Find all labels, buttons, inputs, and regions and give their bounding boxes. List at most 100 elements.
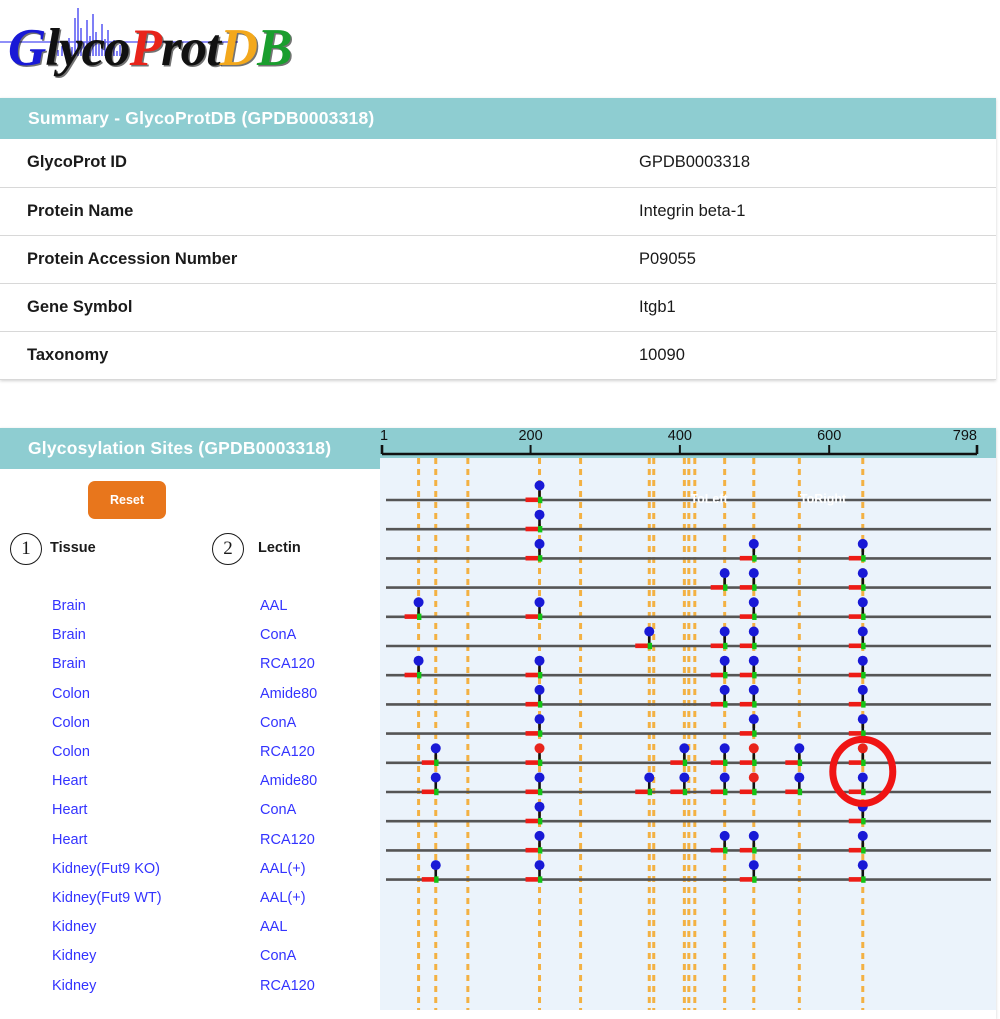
identified-site-marker[interactable] bbox=[430, 743, 441, 754]
identified-site-marker[interactable] bbox=[534, 684, 545, 695]
identified-site-marker[interactable] bbox=[748, 860, 759, 871]
tissue-link[interactable]: Kidney(Fut9 KO) bbox=[52, 861, 160, 877]
reset-button[interactable]: Reset bbox=[88, 481, 166, 519]
glycan-bar bbox=[710, 760, 725, 765]
identified-site-marker[interactable] bbox=[857, 568, 868, 579]
logo-part-rot: rot bbox=[160, 19, 221, 77]
identified-site-marker[interactable] bbox=[534, 830, 545, 841]
identified-site-marker[interactable] bbox=[748, 538, 759, 549]
identified-site-marker[interactable] bbox=[857, 772, 868, 783]
identified-site-marker[interactable] bbox=[413, 655, 424, 666]
tissue-link[interactable]: Heart bbox=[52, 802, 87, 818]
identified-site-marker[interactable] bbox=[748, 772, 759, 783]
tissue-link[interactable]: Colon bbox=[52, 744, 90, 760]
identified-site-marker[interactable] bbox=[794, 772, 805, 783]
identified-site-marker[interactable] bbox=[430, 772, 441, 783]
identified-site-marker[interactable] bbox=[857, 684, 868, 695]
identified-site-marker[interactable] bbox=[857, 626, 868, 637]
identified-site-marker[interactable] bbox=[644, 772, 655, 783]
identified-site-marker[interactable] bbox=[748, 626, 759, 637]
tissue-link[interactable]: Kidney bbox=[52, 948, 96, 964]
tissue-link[interactable]: Kidney bbox=[52, 919, 96, 935]
site-base bbox=[434, 788, 439, 796]
identified-site-marker[interactable] bbox=[719, 626, 730, 637]
identified-site-marker[interactable] bbox=[534, 480, 545, 491]
identified-site-marker[interactable] bbox=[748, 684, 759, 695]
identified-site-marker[interactable] bbox=[857, 743, 868, 754]
tissue-link[interactable]: Colon bbox=[52, 686, 90, 702]
tissue-link[interactable]: Colon bbox=[52, 715, 90, 731]
identified-site-marker[interactable] bbox=[534, 597, 545, 608]
tissue-link[interactable]: Heart bbox=[52, 773, 87, 789]
lectin-link[interactable]: Amide80 bbox=[260, 773, 317, 789]
identified-site-marker[interactable] bbox=[413, 597, 424, 608]
lectin-link[interactable]: AAL(+) bbox=[260, 861, 306, 877]
glycan-bar bbox=[525, 672, 540, 678]
identified-site-marker[interactable] bbox=[857, 830, 868, 841]
lectin-link[interactable]: ConA bbox=[260, 948, 296, 964]
identified-site-marker[interactable] bbox=[679, 772, 690, 783]
identified-site-marker[interactable] bbox=[534, 772, 545, 783]
glycan-bar bbox=[848, 760, 863, 765]
tissue-link[interactable]: Heart bbox=[52, 832, 87, 848]
site-base bbox=[752, 555, 757, 562]
identified-site-marker[interactable] bbox=[748, 597, 759, 608]
glycan-bar bbox=[848, 672, 863, 678]
site-base bbox=[861, 847, 866, 854]
tissue-link[interactable]: Kidney(Fut9 WT) bbox=[52, 890, 162, 906]
lectin-link[interactable]: AAL bbox=[260, 598, 287, 614]
identified-site-marker[interactable] bbox=[644, 626, 655, 637]
glycan-bar bbox=[710, 847, 725, 853]
identified-site-marker[interactable] bbox=[534, 801, 545, 812]
identified-site-marker[interactable] bbox=[857, 655, 868, 666]
identified-site-marker[interactable] bbox=[748, 743, 759, 754]
identified-site-marker[interactable] bbox=[430, 860, 441, 871]
glycan-bar bbox=[848, 643, 863, 649]
identified-site-marker[interactable] bbox=[748, 714, 759, 725]
column-header-tissue: Tissue bbox=[50, 540, 96, 556]
lectin-link[interactable]: ConA bbox=[260, 802, 296, 818]
identified-site-marker[interactable] bbox=[794, 743, 805, 754]
tissue-link[interactable]: Kidney bbox=[52, 978, 96, 994]
glycosylation-plot[interactable]: 1 200 400 600 798 bbox=[380, 428, 996, 1010]
lectin-link[interactable]: RCA120 bbox=[260, 832, 315, 848]
glycan-bar bbox=[525, 497, 540, 503]
lectin-link[interactable]: RCA120 bbox=[260, 656, 315, 672]
identified-site-marker[interactable] bbox=[534, 538, 545, 549]
identified-site-marker[interactable] bbox=[857, 597, 868, 608]
lectin-link[interactable]: AAL bbox=[260, 919, 287, 935]
lectin-link[interactable]: RCA120 bbox=[260, 978, 315, 994]
identified-site-marker[interactable] bbox=[857, 714, 868, 725]
identified-site-marker[interactable] bbox=[719, 655, 730, 666]
site-base bbox=[861, 613, 866, 620]
identified-site-marker[interactable] bbox=[719, 684, 730, 695]
lectin-link[interactable]: ConA bbox=[260, 715, 296, 731]
summary-row-value-link[interactable]: P09055 bbox=[638, 235, 996, 284]
identified-site-marker[interactable] bbox=[748, 568, 759, 579]
lectin-link[interactable]: ConA bbox=[260, 627, 296, 643]
tissue-link[interactable]: Brain bbox=[52, 627, 86, 643]
identified-site-marker[interactable] bbox=[534, 714, 545, 725]
identified-site-marker[interactable] bbox=[534, 860, 545, 871]
identified-site-marker[interactable] bbox=[857, 538, 868, 549]
site-base bbox=[537, 701, 543, 708]
identified-site-marker[interactable] bbox=[679, 743, 690, 754]
lectin-link[interactable]: AAL(+) bbox=[260, 890, 306, 906]
tissue-link[interactable]: Brain bbox=[52, 598, 86, 614]
lectin-link[interactable]: RCA120 bbox=[260, 744, 315, 760]
lectin-link[interactable]: Amide80 bbox=[260, 686, 317, 702]
identified-site-marker[interactable] bbox=[748, 655, 759, 666]
tissue-link[interactable]: Brain bbox=[52, 656, 86, 672]
site-logo[interactable]: GlycoProtDB bbox=[0, 0, 420, 92]
identified-site-marker[interactable] bbox=[719, 772, 730, 783]
site-base bbox=[752, 642, 757, 650]
identified-site-marker[interactable] bbox=[719, 830, 730, 841]
identified-site-marker[interactable] bbox=[534, 655, 545, 666]
identified-site-marker[interactable] bbox=[719, 743, 730, 754]
identified-site-marker[interactable] bbox=[748, 830, 759, 841]
identified-site-marker[interactable] bbox=[534, 743, 545, 754]
identified-site-marker[interactable] bbox=[719, 568, 730, 579]
identified-site-marker[interactable] bbox=[534, 509, 545, 520]
identified-site-marker[interactable] bbox=[857, 860, 868, 871]
glycan-bar bbox=[739, 614, 754, 619]
